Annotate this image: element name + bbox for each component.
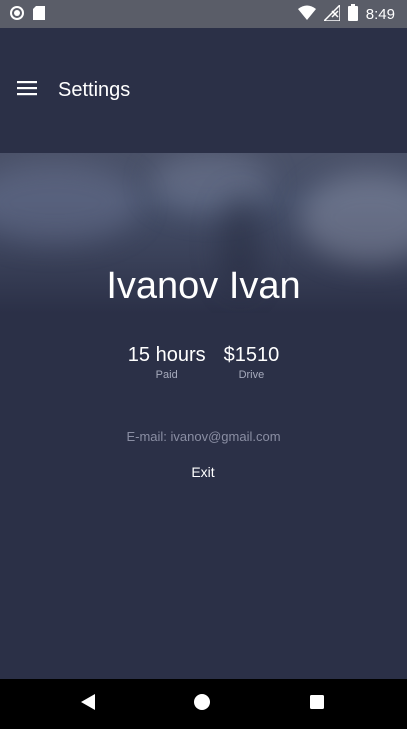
wifi-icon (297, 5, 316, 25)
home-icon (193, 693, 211, 716)
exit-button[interactable]: Exit (173, 460, 233, 484)
menu-button[interactable] (14, 78, 40, 102)
status-right-icons: 8:49 (297, 2, 395, 25)
stat-drive: $1510 Drive (224, 343, 280, 383)
stat-value: 15 hours (127, 344, 206, 366)
stat-label: Paid (155, 369, 178, 381)
recents-button[interactable] (307, 694, 327, 714)
stat-value: $1510 (223, 344, 280, 366)
user-name: Ivanov Ivan (106, 265, 301, 307)
back-icon (80, 693, 96, 716)
status-time: 8:49 (365, 5, 395, 23)
home-button[interactable] (192, 693, 212, 716)
no-signal-icon (321, 2, 341, 25)
sd-card-icon (33, 6, 45, 25)
status-left-icons (10, 6, 45, 25)
record-icon (10, 6, 24, 25)
navigation-bar (0, 679, 407, 729)
battery-icon (347, 4, 358, 25)
user-email: E-mail: ivanov@gmail.com (126, 429, 281, 444)
page-title: Settings (58, 79, 131, 101)
hamburger-menu-icon (17, 80, 37, 101)
settings-screen: 8:49 Settings Ivanov Ivan 15 hours Paid (0, 0, 407, 729)
app-bar: Settings (0, 28, 407, 153)
status-bar: 8:49 (0, 0, 407, 28)
back-button[interactable] (78, 693, 98, 716)
stat-label: Drive (238, 369, 265, 381)
user-stats: 15 hours Paid $1510 Drive (0, 343, 407, 383)
stat-paid: 15 hours Paid (128, 343, 206, 383)
recents-icon (309, 694, 325, 715)
